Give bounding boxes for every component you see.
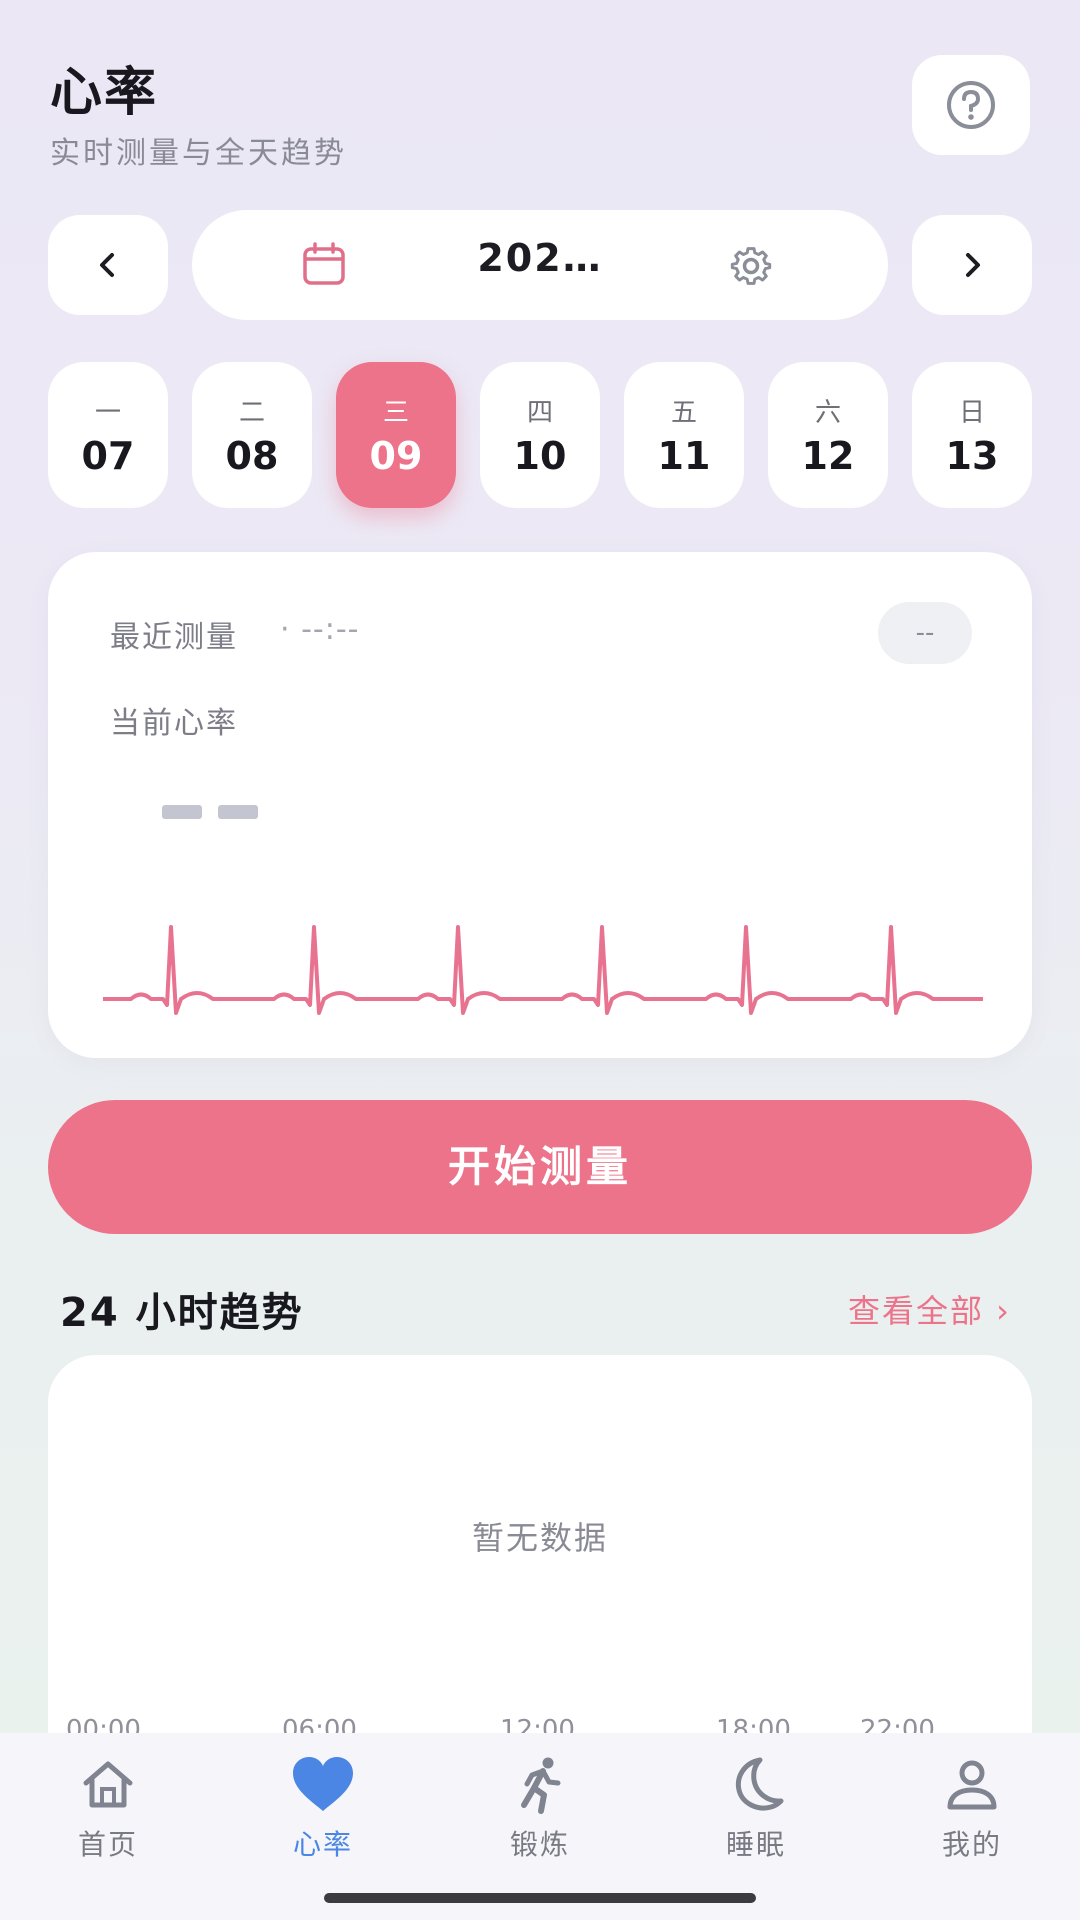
empty-state-text: 暂无数据 (471, 1519, 608, 1557)
chevron-left-icon (100, 253, 114, 277)
day-chip[interactable]: 五 11 (624, 362, 744, 508)
hr-placeholder-dash (218, 805, 258, 819)
tab-label: 首页 (77, 1828, 138, 1861)
date-number: 08 (225, 434, 279, 478)
date-number: 07 (81, 434, 135, 478)
weekday-label: 日 (958, 398, 985, 428)
recent-measure-label: 最近测量 (110, 620, 238, 655)
question-circle-icon (947, 81, 995, 129)
date-number: 09 (369, 434, 423, 478)
weekday-label: 一 (94, 398, 121, 428)
help-button[interactable] (912, 55, 1030, 155)
running-icon (521, 1757, 561, 1814)
hr-value-text: -- (110, 765, 210, 766)
day-chip[interactable]: 一 07 (48, 362, 168, 508)
day-chip-selected[interactable]: 三 09 (336, 362, 456, 508)
heart-icon (293, 1757, 353, 1811)
user-icon (947, 1760, 997, 1810)
day-chip[interactable]: 四 10 (480, 362, 600, 508)
tab-label: 我的 (941, 1828, 1002, 1861)
status-badge: -- (878, 602, 972, 664)
ecg-waveform (103, 925, 983, 1015)
day-chip[interactable]: 日 13 (912, 362, 1032, 508)
weekday-label: 三 (382, 398, 409, 428)
next-date-button[interactable] (912, 215, 1032, 315)
date-number: 13 (945, 434, 999, 478)
tab-heart-rate[interactable]: 心率 (248, 1755, 398, 1863)
current-date[interactable]: 202… (192, 236, 888, 280)
tab-home[interactable]: 首页 (33, 1755, 183, 1863)
tab-workout[interactable]: 锻炼 (465, 1755, 615, 1863)
day-chip[interactable]: 六 12 (768, 362, 888, 508)
date-selector[interactable]: 202… (192, 210, 888, 320)
start-measure-button[interactable]: 开始测量 (48, 1100, 1032, 1234)
date-number: 12 (801, 434, 855, 478)
weekday-label: 四 (526, 398, 553, 428)
prev-date-button[interactable] (48, 215, 168, 315)
tab-label: 锻炼 (509, 1828, 570, 1861)
gear-icon[interactable] (728, 243, 774, 289)
weekday-label: 五 (670, 398, 697, 428)
date-number: 11 (657, 434, 711, 478)
day-chip[interactable]: 二 08 (192, 362, 312, 508)
tab-label: 心率 (292, 1828, 353, 1861)
current-hr-label: 当前心率 (110, 706, 238, 741)
trend-section-title: 24 小时趋势 (60, 1290, 304, 1336)
tab-label: 睡眠 (725, 1828, 786, 1861)
home-icon (83, 1761, 133, 1808)
recent-measure-time: · --:-- (280, 612, 360, 647)
page-subtitle: 实时测量与全天趋势 (50, 136, 347, 171)
chevron-right-icon (966, 253, 980, 277)
weekday-label: 二 (238, 398, 265, 428)
home-indicator (324, 1893, 756, 1903)
page-title: 心率 (50, 63, 159, 123)
bottom-tab-bar: 首页 心率 锻炼 睡眠 我的 (0, 1733, 1080, 1920)
tab-sleep[interactable]: 睡眠 (681, 1755, 831, 1863)
date-number: 10 (513, 434, 567, 478)
weekday-label: 六 (814, 398, 841, 428)
hr-placeholder-dash (162, 805, 202, 819)
measurement-card: 最近测量 · --:-- -- 当前心率 -- (48, 552, 1032, 1058)
moon-icon (735, 1757, 784, 1811)
tab-profile[interactable]: 我的 (897, 1755, 1047, 1863)
view-all-link[interactable]: 查看全部 › (848, 1286, 1011, 1332)
